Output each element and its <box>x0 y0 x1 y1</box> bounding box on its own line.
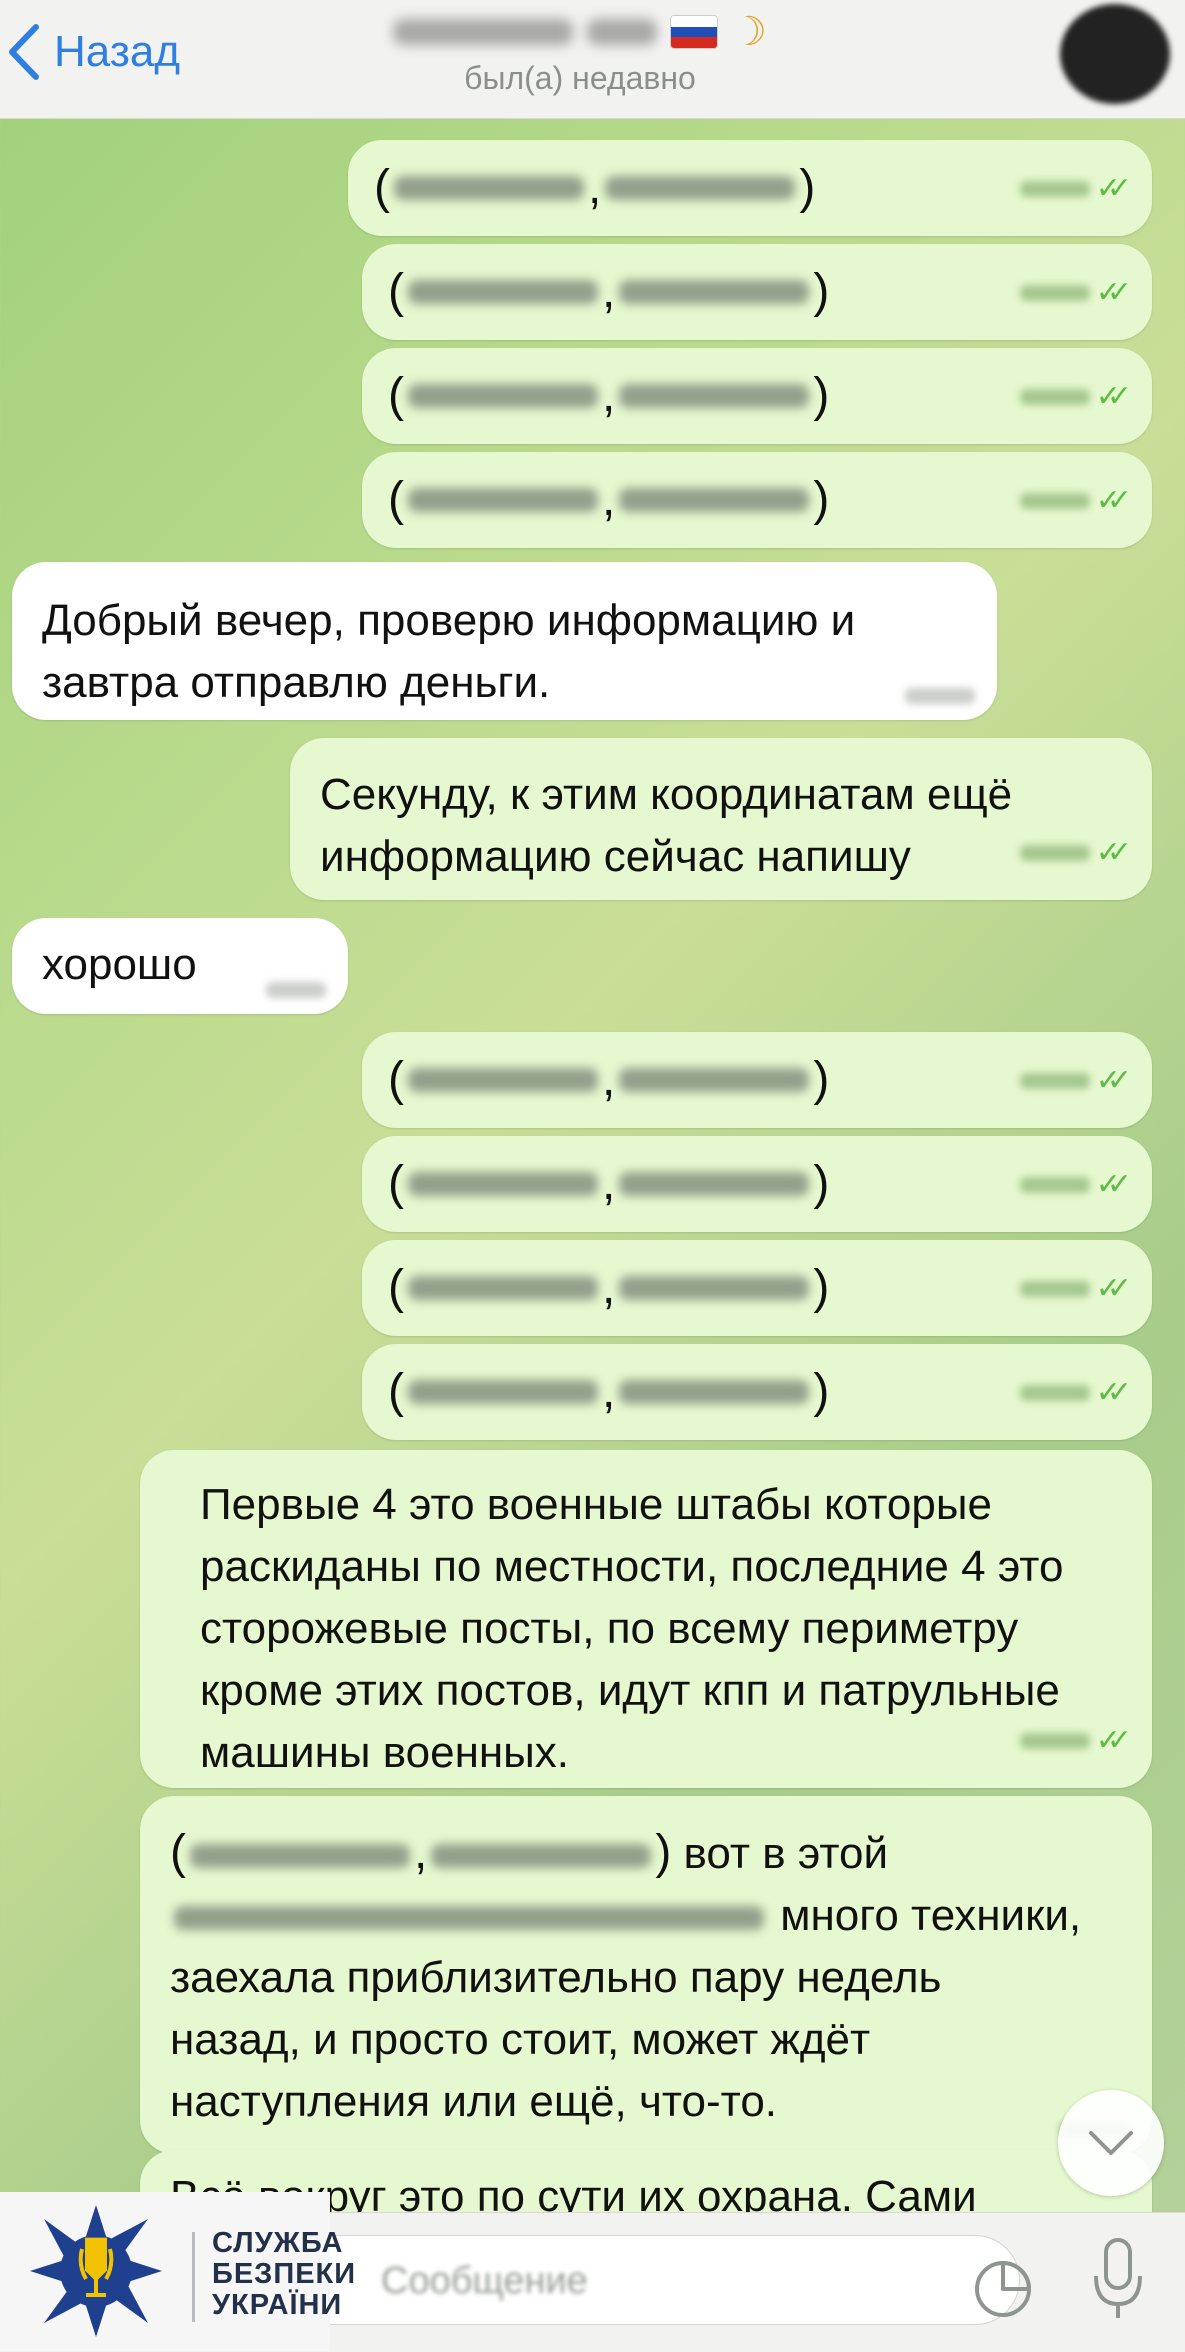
contact-status: был(а) недавно <box>464 60 696 96</box>
sbu-wordmark: СЛУЖБА БЕЗПЕКИ УКРАЇНИ <box>212 2228 356 2321</box>
sticker-icon[interactable] <box>972 2258 1034 2320</box>
message-outgoing[interactable]: Секунду, к этим координатам ещё информац… <box>290 738 1152 900</box>
chevron-left-icon <box>9 24 39 80</box>
message-outgoing-coordinates[interactable]: (,) ✓✓ <box>362 1344 1152 1440</box>
chevron-down-icon <box>1089 2131 1133 2155</box>
read-check-icon: ✓✓ <box>1095 172 1132 205</box>
message-text: Секунду, к этим координатам ещё информац… <box>320 770 1013 881</box>
message-outgoing[interactable]: Первые 4 это военные штабы которые раски… <box>140 1450 1152 1788</box>
read-check-icon: ✓✓ <box>1095 836 1132 869</box>
message-text-line: (,) вот в этой <box>170 1826 889 1879</box>
message-text-part: вот в этой <box>683 1829 889 1878</box>
read-check-icon: ✓✓ <box>1095 380 1132 413</box>
message-outgoing-coordinates[interactable]: (,) ✓✓ <box>362 1136 1152 1232</box>
message-outgoing-coordinates[interactable]: (,) ✓✓ <box>362 244 1152 340</box>
contact-name-redacted <box>587 19 658 45</box>
read-check-icon: ✓✓ <box>1095 1272 1132 1305</box>
sbu-divider <box>192 2232 195 2322</box>
contact-info[interactable]: ☽ был(а) недавно <box>330 6 830 106</box>
avatar[interactable] <box>1060 4 1170 104</box>
read-check-icon: ✓✓ <box>1095 276 1132 309</box>
read-check-icon: ✓✓ <box>1095 1724 1132 1757</box>
message-outgoing-coordinates[interactable]: (,) ✓✓ <box>362 1240 1152 1336</box>
contact-name-redacted <box>393 19 574 45</box>
scroll-down-button[interactable] <box>1058 2090 1164 2196</box>
sbu-logo: СЛУЖБА БЕЗПЕКИ УКРАЇНИ <box>0 2192 355 2351</box>
russia-flag-icon <box>671 16 718 48</box>
message-outgoing[interactable]: (,) вот в этой много техники, заехала пр… <box>140 1796 1152 2154</box>
message-outgoing-coordinates[interactable]: (,) ✓✓ <box>362 1032 1152 1128</box>
read-check-icon: ✓✓ <box>1095 1064 1132 1097</box>
back-label: Назад <box>54 27 181 76</box>
message-text-part: заехала приблизительно пару недель назад… <box>170 1953 942 2126</box>
message-incoming[interactable]: хорошо <box>12 918 348 1014</box>
read-check-icon: ✓✓ <box>1095 484 1132 517</box>
read-check-icon: ✓✓ <box>1095 1168 1132 1201</box>
sbu-line-3: УКРАЇНИ <box>212 2289 343 2321</box>
message-text-part: много техники, <box>780 1891 1082 1940</box>
message-outgoing-coordinates[interactable]: (,) ✓✓ <box>348 140 1152 236</box>
message-outgoing-coordinates[interactable]: (,) ✓✓ <box>362 452 1152 548</box>
read-check-icon: ✓✓ <box>1095 1376 1132 1409</box>
sbu-line-1: СЛУЖБА <box>212 2227 344 2259</box>
chat-header: Назад ☽ был(а) недавно <box>0 0 1185 119</box>
input-placeholder: Сообщение <box>381 2260 588 2302</box>
back-button[interactable]: Назад <box>4 12 180 92</box>
message-text: Добрый вечер, проверю информацию и завтр… <box>42 596 856 707</box>
message-outgoing-coordinates[interactable]: (,) ✓✓ <box>362 348 1152 444</box>
sbu-emblem-icon <box>30 2205 162 2337</box>
moon-emoji-icon: ☽ <box>731 10 767 54</box>
message-text: Первые 4 это военные штабы которые раски… <box>200 1480 1064 1777</box>
microphone-icon[interactable] <box>1090 2232 1146 2328</box>
sbu-line-2: БЕЗПЕКИ <box>212 2258 357 2290</box>
message-text-line: много техники, <box>170 1885 1122 1947</box>
message-incoming[interactable]: Добрый вечер, проверю информацию и завтр… <box>12 562 997 720</box>
